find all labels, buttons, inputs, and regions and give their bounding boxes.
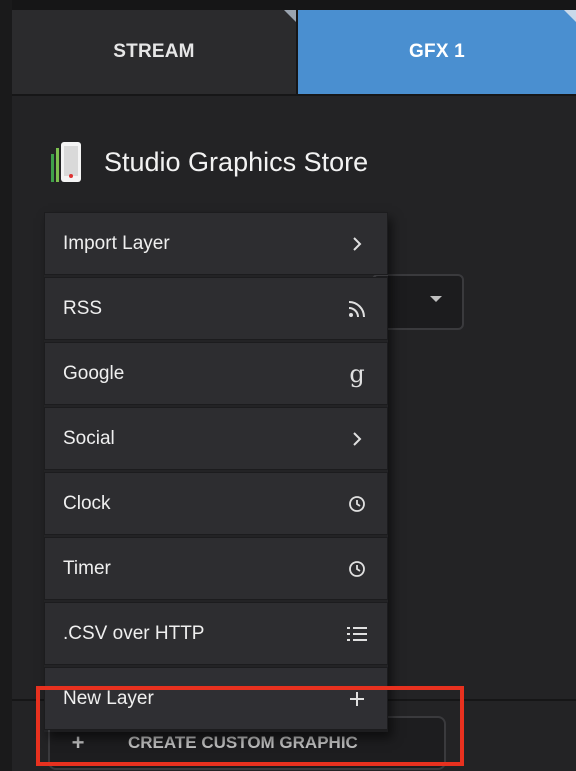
menu-item-label: Import Layer — [63, 232, 170, 254]
highlight-box — [36, 686, 464, 766]
chevron-right-icon — [345, 232, 369, 256]
menu-item-csv-over-http[interactable]: .CSV over HTTP — [44, 602, 388, 665]
menu-item-label: Clock — [63, 492, 111, 514]
tab-gfx-1-label: GFX 1 — [409, 41, 465, 62]
list-icon — [345, 622, 369, 646]
caret-down-icon — [430, 296, 442, 302]
menu-item-label: Google — [63, 362, 125, 384]
tab-bar: STREAM GFX 1 — [12, 10, 576, 96]
menu-item-import-layer[interactable]: Import Layer — [44, 212, 388, 275]
tab-stream[interactable]: STREAM — [12, 10, 298, 94]
clock-icon — [345, 557, 369, 581]
tab-corner-icon — [564, 10, 576, 22]
chevron-right-icon — [345, 427, 369, 451]
store-logo-icon — [50, 140, 84, 184]
clock-icon — [345, 492, 369, 516]
menu-item-google[interactable]: Google g — [44, 342, 388, 405]
app-window: STREAM GFX 1 Studio Graphics Store + CRE… — [0, 0, 576, 771]
store-title: Studio Graphics Store — [104, 146, 369, 177]
studio-graphics-store-link[interactable]: Studio Graphics Store — [50, 140, 368, 184]
menu-item-timer[interactable]: Timer — [44, 537, 388, 600]
menu-item-social[interactable]: Social — [44, 407, 388, 470]
tab-corner-icon — [284, 10, 296, 22]
tab-stream-label: STREAM — [113, 41, 195, 62]
left-strip — [0, 0, 12, 771]
menu-item-clock[interactable]: Clock — [44, 472, 388, 535]
menu-item-label: Social — [63, 427, 115, 449]
menu-item-label: .CSV over HTTP — [63, 622, 205, 644]
menu-item-label: RSS — [63, 297, 103, 319]
menu-item-label: Timer — [63, 557, 111, 579]
rss-icon — [345, 297, 369, 321]
google-g-icon: g — [349, 359, 365, 388]
top-edge — [0, 0, 576, 10]
tab-gfx-1[interactable]: GFX 1 — [298, 10, 576, 94]
menu-item-rss[interactable]: RSS — [44, 277, 388, 340]
add-layer-menu: Import Layer RSS Google g Social Clock T… — [44, 212, 388, 732]
